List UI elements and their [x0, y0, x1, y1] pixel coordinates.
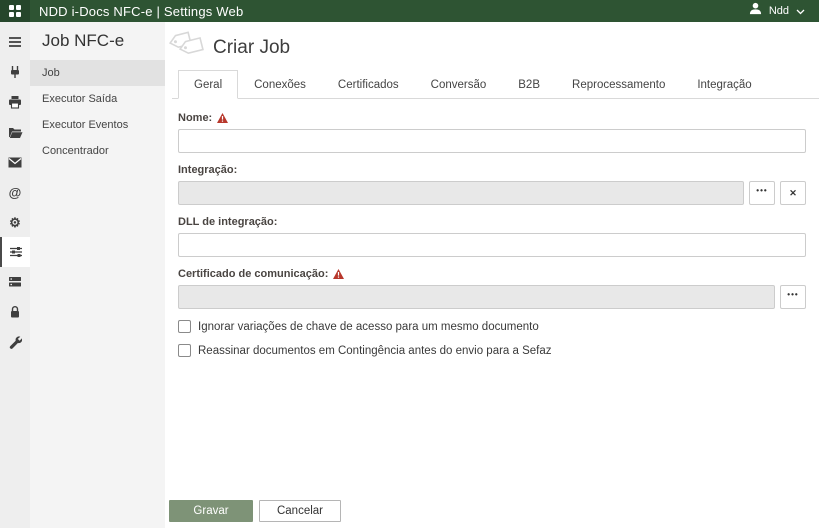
- integracao-label: Integração:: [178, 164, 238, 176]
- mail-icon: [8, 157, 22, 168]
- apps-grid-icon: [9, 5, 21, 17]
- rail-item-sliders[interactable]: [0, 237, 30, 267]
- rail-item-plug[interactable]: [0, 57, 30, 87]
- certificado-label: Certificado de comunicação:: [178, 268, 329, 280]
- lock-icon: [9, 305, 21, 319]
- sliders-icon: [9, 245, 23, 259]
- user-name: Ndd: [768, 5, 789, 17]
- rail-item-gear[interactable]: ⚙: [0, 207, 30, 237]
- rail-item-at[interactable]: @: [0, 177, 30, 207]
- checkbox-icon[interactable]: [178, 320, 191, 333]
- apps-grid-button[interactable]: [0, 0, 30, 22]
- nome-label: Nome:: [178, 112, 213, 124]
- nome-label-row: Nome:: [178, 112, 806, 124]
- top-bar: NDD i-Docs NFC-e | Settings Web Ndd: [0, 0, 819, 22]
- main-content: Criar Job Geral Conexões Certificados Co…: [165, 22, 819, 528]
- rail-item-folder[interactable]: [0, 117, 30, 147]
- icon-rail: @ ⚙: [0, 22, 30, 528]
- certificado-label-row: Certificado de comunicação:: [178, 268, 806, 280]
- tab-b2b[interactable]: B2B: [502, 70, 556, 99]
- checkbox-label: Reassinar documentos em Contingência ant…: [198, 344, 552, 357]
- required-warning-icon: [217, 113, 229, 123]
- rail-item-server[interactable]: [0, 267, 30, 297]
- checkbox-row-ignorar-variacoes[interactable]: Ignorar variações de chave de acesso par…: [178, 320, 806, 333]
- printer-icon: [8, 95, 22, 109]
- dll-label-row: DLL de integração:: [178, 216, 806, 228]
- certificado-browse-button[interactable]: •••: [780, 285, 806, 309]
- integracao-input[interactable]: [178, 181, 744, 205]
- menu-icon: [8, 35, 22, 49]
- page-header: Criar Job: [168, 22, 806, 66]
- tab-bar: Geral Conexões Certificados Conversão B2…: [172, 70, 819, 99]
- sidebar-item-concentrador[interactable]: Concentrador: [30, 138, 165, 164]
- certificado-row: •••: [178, 285, 806, 309]
- wrench-icon: [8, 335, 22, 349]
- at-icon: @: [8, 184, 22, 200]
- dll-input[interactable]: [178, 233, 806, 257]
- tab-integracao[interactable]: Integração: [681, 70, 767, 99]
- chevron-down-icon: [796, 2, 805, 20]
- folder-icon: [8, 126, 23, 139]
- integracao-browse-button[interactable]: •••: [749, 181, 775, 205]
- nome-input[interactable]: [178, 129, 806, 153]
- sidebar-title: Job NFC-e: [42, 31, 125, 50]
- dll-label: DLL de integração:: [178, 216, 278, 228]
- integracao-row: ••• ✕: [178, 181, 806, 205]
- sidebar: Job NFC-e Job Executor Saída Executor Ev…: [30, 22, 165, 528]
- job-form: Nome: Integração: ••• ✕ DLL de integraçã…: [178, 99, 806, 357]
- save-button[interactable]: Gravar: [169, 500, 253, 522]
- tab-certificados[interactable]: Certificados: [322, 70, 415, 99]
- tab-conexoes[interactable]: Conexões: [238, 70, 322, 99]
- checkbox-icon[interactable]: [178, 344, 191, 357]
- sidebar-item-executor-eventos[interactable]: Executor Eventos: [30, 112, 165, 138]
- certificado-input[interactable]: [178, 285, 775, 309]
- tab-conversao[interactable]: Conversão: [415, 70, 503, 99]
- rail-item-printer[interactable]: [0, 87, 30, 117]
- rail-item-menu[interactable]: [0, 27, 30, 57]
- gear-icon: ⚙: [9, 214, 21, 230]
- cancel-button[interactable]: Cancelar: [259, 500, 341, 522]
- rail-item-lock[interactable]: [0, 297, 30, 327]
- server-icon: [8, 276, 22, 288]
- integracao-label-row: Integração:: [178, 164, 806, 176]
- rail-item-mail[interactable]: [0, 147, 30, 177]
- integracao-clear-button[interactable]: ✕: [780, 181, 806, 205]
- sidebar-item-executor-saida[interactable]: Executor Saída: [30, 86, 165, 112]
- plug-icon: [8, 65, 22, 79]
- tab-geral[interactable]: Geral: [178, 70, 239, 99]
- required-warning-icon: [333, 269, 345, 279]
- checkbox-label: Ignorar variações de chave de acesso par…: [198, 320, 539, 333]
- checkbox-row-reassinar-documentos[interactable]: Reassinar documentos em Contingência ant…: [178, 344, 806, 357]
- tab-reprocessamento[interactable]: Reprocessamento: [556, 70, 681, 99]
- rail-item-wrench[interactable]: [0, 327, 30, 357]
- tags-icon: [168, 31, 207, 64]
- form-actions: Gravar Cancelar: [169, 500, 341, 522]
- app-title: NDD i-Docs NFC-e | Settings Web: [39, 3, 244, 19]
- user-menu[interactable]: Ndd: [749, 2, 805, 20]
- user-icon: [749, 2, 762, 20]
- sidebar-item-job[interactable]: Job: [30, 60, 165, 86]
- page-title: Criar Job: [213, 36, 291, 58]
